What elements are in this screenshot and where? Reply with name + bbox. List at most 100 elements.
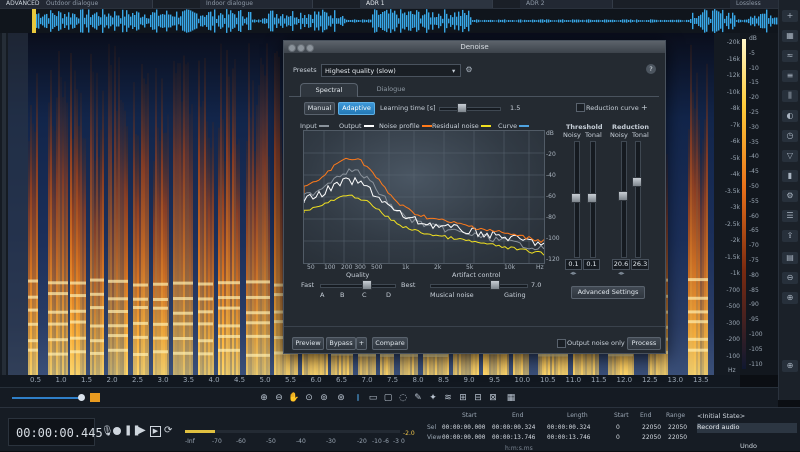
threshold-link-icon[interactable]: ◂▸ — [570, 269, 577, 277]
tab-adr-2[interactable]: ADR 2 — [520, 0, 613, 8]
zoom-time-icon[interactable]: ⊚ — [318, 392, 330, 404]
quality-slider[interactable] — [320, 284, 396, 288]
equalizer-icon[interactable]: ⫼ — [782, 90, 798, 102]
grid-small-icon[interactable]: ▤ — [782, 252, 798, 264]
waveform-toggle-icon[interactable] — [90, 393, 100, 402]
advanced-settings-button[interactable]: Advanced Settings — [571, 286, 645, 299]
quality-slider-knob[interactable] — [362, 280, 372, 290]
close-window-button[interactable] — [288, 44, 296, 52]
tab-advanced[interactable]: ADVANCED — [0, 0, 43, 8]
brush-icon[interactable]: ✎ — [412, 392, 424, 404]
zoom-window-button[interactable] — [306, 44, 314, 52]
microphone-icon[interactable]: 🎙 — [101, 426, 114, 437]
learning-time-knob[interactable] — [457, 103, 467, 113]
add-select-icon[interactable]: ⊞ — [457, 392, 469, 404]
zoom-freq-icon[interactable]: ⊛ — [335, 392, 347, 404]
artifact-control-slider[interactable] — [430, 284, 528, 288]
freq-sel-value[interactable]: 0 — [616, 424, 620, 431]
artifact-control-knob[interactable] — [490, 280, 500, 290]
loop-button[interactable]: ⟳ — [164, 425, 172, 436]
grid-view-icon[interactable]: ▦ — [505, 392, 517, 404]
play-button[interactable]: ▶ — [138, 425, 146, 436]
reduction-link-icon[interactable]: ◂▸ — [618, 269, 625, 277]
reduction-tonal-value[interactable]: 26.3 — [631, 259, 649, 270]
threshold-tonal-value[interactable]: 0.1 — [583, 259, 600, 270]
play-selection-button[interactable]: ▶ — [150, 426, 161, 437]
compare-button[interactable]: Compare — [372, 337, 408, 350]
quality-option[interactable]: C — [362, 291, 367, 299]
freq-select-icon[interactable]: ▭ — [367, 392, 379, 404]
time-ruler[interactable]: 0.5 1.0 1.5 2.0 2.5 3.0 3.5 4.0 4.5 5.0 5.5 6.0 6.5 7… — [0, 375, 740, 387]
zoom-in-tool-icon[interactable]: ⊕ — [258, 392, 270, 404]
spectrum-graph[interactable] — [303, 130, 545, 264]
threshold-noisy-knob[interactable] — [571, 193, 581, 203]
box-select-icon[interactable]: ▢ — [382, 392, 394, 404]
preview-button[interactable]: Preview — [292, 337, 324, 350]
reduction-tonal-fader[interactable] — [635, 141, 641, 258]
view-value[interactable]: 00:00:13.746 — [492, 434, 535, 441]
list-icon[interactable]: ☰ — [782, 210, 798, 222]
time-select-icon[interactable]: ⫾ — [352, 392, 364, 404]
left-scroll-strip[interactable] — [0, 33, 8, 375]
help-button[interactable]: ? — [646, 64, 656, 74]
view-value[interactable]: 00:00:00.000 — [442, 434, 485, 441]
zoom-slider-knob[interactable] — [78, 394, 85, 401]
magic-wand-icon[interactable]: ✦ — [427, 392, 439, 404]
freq-view-value[interactable]: 0 — [616, 434, 620, 441]
record-button[interactable] — [113, 427, 121, 435]
harmonic-icon[interactable]: ≋ — [442, 392, 454, 404]
tab-adr-1[interactable]: ADR 1 — [360, 0, 493, 8]
reduction-noisy-knob[interactable] — [618, 191, 628, 201]
freq-sel-value[interactable]: 22050 — [642, 424, 661, 431]
clock-icon[interactable]: ◷ — [782, 130, 798, 142]
grid-icon[interactable]: ▦ — [782, 30, 798, 42]
sel-value[interactable]: 00:00:00.324 — [492, 424, 535, 431]
meter-icon[interactable]: ▮ — [782, 170, 798, 182]
bypass-button[interactable]: Bypass — [326, 337, 356, 350]
presets-dropdown[interactable]: Highest quality (slow) ▾ — [321, 64, 461, 77]
view-value[interactable]: 00:00:13.746 — [547, 434, 590, 441]
zoom-sel-icon[interactable]: ⊙ — [303, 392, 315, 404]
intersect-select-icon[interactable]: ⊠ — [487, 392, 499, 404]
tab-outdoor-dialogue[interactable]: Outdoor dialogue — [40, 0, 153, 8]
freq-view-value[interactable]: 22050 — [642, 434, 661, 441]
hand-tool-icon[interactable]: ✋ — [288, 392, 300, 404]
bypass-add-button[interactable]: + — [356, 337, 367, 350]
sel-value[interactable]: 00:00:00.324 — [547, 424, 590, 431]
reduction-curve-add[interactable]: + — [641, 103, 648, 112]
zoom-fit-icon[interactable]: ⊕ — [782, 292, 798, 304]
quality-option[interactable]: D — [386, 291, 391, 299]
horizontal-zoom-slider[interactable] — [12, 397, 82, 399]
quality-option[interactable]: A — [320, 291, 324, 299]
export-icon[interactable]: ⇪ — [782, 230, 798, 242]
settings-icon[interactable]: ⚙ — [782, 190, 798, 202]
reduction-curve-checkbox[interactable] — [576, 103, 585, 112]
manual-mode-button[interactable]: Manual — [304, 102, 335, 115]
output-noise-checkbox[interactable] — [557, 339, 566, 348]
history-item-initial[interactable]: <Initial State> — [697, 412, 797, 422]
wave-icon[interactable]: ≈ — [782, 50, 798, 62]
zoom-in-icon[interactable]: + — [782, 10, 798, 22]
subtract-select-icon[interactable]: ⊟ — [472, 392, 484, 404]
waveform-overview[interactable] — [0, 9, 800, 33]
sel-value[interactable]: 00:00:00.000 — [442, 424, 485, 431]
gain-icon[interactable]: ◐ — [782, 110, 798, 122]
tab-dialogue[interactable]: Dialogue — [362, 83, 420, 96]
adaptive-mode-button[interactable]: Adaptive — [338, 102, 375, 115]
layers-icon[interactable]: ≡ — [782, 70, 798, 82]
process-button[interactable]: Process — [627, 337, 661, 350]
history-item-record[interactable]: Record audio — [697, 423, 797, 433]
reduction-tonal-knob[interactable] — [632, 177, 642, 187]
learning-time-slider[interactable] — [439, 107, 501, 111]
minimize-window-button[interactable] — [297, 44, 305, 52]
zoom-out-icon[interactable]: ⊖ — [782, 272, 798, 284]
freq-sel-value[interactable]: 22050 — [668, 424, 687, 431]
tab-indoor-dialogue[interactable]: Indoor dialogue — [200, 0, 313, 8]
quality-option[interactable]: B — [340, 291, 344, 299]
zoom-plus-icon[interactable]: ⊕ — [782, 360, 798, 372]
tab-spectral[interactable]: Spectral — [300, 83, 358, 97]
freq-view-value[interactable]: 22050 — [668, 434, 687, 441]
filter-icon[interactable]: ▽ — [782, 150, 798, 162]
zoom-out-tool-icon[interactable]: ⊖ — [273, 392, 285, 404]
lasso-icon[interactable]: ◌ — [397, 392, 409, 404]
